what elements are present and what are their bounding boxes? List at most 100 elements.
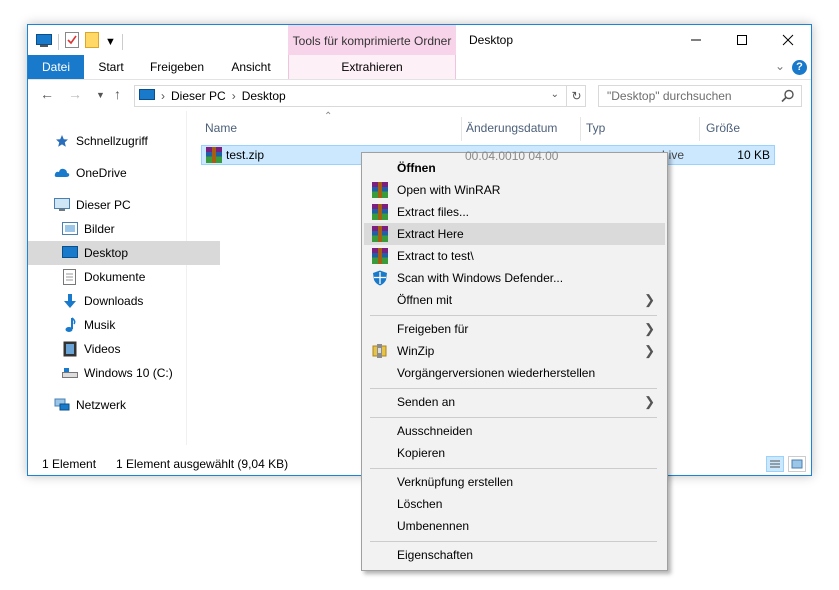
quick-access-toolbar: ▼	[36, 32, 123, 51]
menu-separator	[370, 468, 657, 469]
refresh-icon: ↻	[571, 89, 582, 103]
sidebar-item-onedrive[interactable]: OneDrive	[28, 161, 212, 185]
maximize-button[interactable]	[719, 25, 765, 55]
column-header-name[interactable]: Name	[205, 117, 237, 139]
status-item-count: 1 Element	[42, 457, 97, 471]
refresh-button[interactable]: ↻	[566, 85, 586, 107]
ribbon-expand-icon[interactable]: ⌄	[775, 59, 785, 73]
breadcrumb-chevron-icon-2[interactable]: ›	[232, 89, 236, 103]
menu-item-extract-here[interactable]: Extract Here	[364, 223, 665, 245]
file-name: test.zip	[226, 148, 265, 162]
tab-start[interactable]: Start	[90, 55, 132, 79]
menu-item-label: Scan with Windows Defender...	[397, 271, 564, 285]
pc-icon	[139, 88, 155, 104]
menu-separator	[370, 388, 657, 389]
address-dropdown-icon[interactable]: ⌄	[551, 89, 559, 100]
menu-item-extract-files[interactable]: Extract files...	[364, 201, 665, 223]
menu-item-label: Extract Here	[397, 227, 464, 241]
breadcrumb-chevron-icon[interactable]: ›	[161, 89, 165, 103]
music-icon	[62, 317, 78, 333]
up-arrow-icon[interactable]: ↑	[114, 86, 121, 102]
tab-extrahieren[interactable]: Extrahieren	[288, 55, 456, 79]
menu-item-freigeben-fuer[interactable]: Freigeben für ❯	[364, 318, 665, 340]
minimize-button[interactable]	[673, 25, 719, 55]
defender-shield-icon	[372, 270, 388, 286]
menu-item-label: Öffnen mit	[397, 293, 453, 307]
column-separator	[580, 117, 581, 141]
menu-item-label: Extract to test\	[397, 249, 474, 263]
winrar-icon	[372, 248, 388, 264]
menu-item-extract-to-test[interactable]: Extract to test\	[364, 245, 665, 267]
menu-item-umbenennen[interactable]: Umbenennen	[364, 515, 665, 537]
details-view-button[interactable]	[766, 456, 784, 472]
address-bar[interactable]: › Dieser PC › Desktop ⌄	[134, 85, 586, 107]
context-tab-header: Tools für komprimierte Ordner	[288, 25, 456, 57]
help-icon[interactable]: ?	[792, 60, 807, 75]
sidebar-item-label: OneDrive	[76, 166, 127, 180]
winrar-icon	[372, 226, 388, 242]
qat-separator	[58, 33, 59, 50]
tab-datei[interactable]: Datei	[28, 55, 84, 79]
menu-item-loeschen[interactable]: Löschen	[364, 493, 665, 515]
documents-icon	[62, 269, 78, 285]
menu-item-scan-defender[interactable]: Scan with Windows Defender...	[364, 267, 665, 289]
menu-item-oeffnen-mit[interactable]: Öffnen mit ❯	[364, 289, 665, 311]
menu-item-label: Eigenschaften	[397, 548, 474, 562]
sidebar-item-label: Videos	[84, 342, 121, 356]
search-input[interactable]: "Desktop" durchsuchen	[598, 85, 802, 107]
menu-item-label: WinZip	[397, 344, 435, 358]
menu-item-eigenschaften[interactable]: Eigenschaften	[364, 544, 665, 566]
column-header-size[interactable]: Größe	[706, 117, 740, 139]
status-selection: 1 Element ausgewählt (9,04 KB)	[116, 457, 289, 471]
forward-arrow-icon[interactable]: →	[68, 86, 82, 102]
ribbon-tabs: Datei Start Freigeben Ansicht Extrahiere…	[28, 55, 811, 80]
menu-separator	[370, 541, 657, 542]
column-separator	[699, 117, 700, 141]
menu-item-verknuepfung[interactable]: Verknüpfung erstellen	[364, 471, 665, 493]
large-icons-view-button[interactable]	[788, 456, 806, 472]
properties-icon[interactable]	[65, 32, 79, 51]
recent-locations-icon[interactable]: ▼	[96, 90, 105, 100]
menu-item-vorgaengerversionen[interactable]: Vorgängerversionen wiederherstellen	[364, 362, 665, 384]
column-header-date[interactable]: Änderungsdatum	[466, 117, 557, 139]
sidebar-item-label: Downloads	[84, 294, 144, 308]
column-header-type[interactable]: Typ	[586, 117, 605, 139]
menu-item-label: Extract files...	[397, 205, 470, 219]
submenu-arrow-icon: ❯	[644, 321, 655, 336]
pictures-icon	[62, 221, 78, 237]
drive-icon	[62, 365, 78, 381]
menu-item-label: Ausschneiden	[397, 424, 473, 438]
qat-separator-2	[121, 33, 123, 50]
tab-ansicht[interactable]: Ansicht	[224, 55, 278, 79]
menu-item-winzip[interactable]: WinZip ❯	[364, 340, 665, 362]
sidebar-item-label: Dokumente	[84, 270, 146, 284]
videos-icon	[62, 341, 78, 357]
submenu-arrow-icon: ❯	[644, 394, 655, 409]
star-icon	[54, 133, 70, 149]
sidebar-item-netzwerk[interactable]: Netzwerk	[28, 393, 212, 417]
breadcrumb-dieser-pc[interactable]: Dieser PC	[171, 89, 226, 103]
column-separator	[461, 117, 462, 141]
sidebar-item-label: Dieser PC	[76, 198, 131, 212]
sidebar-item-dieser-pc[interactable]: Dieser PC	[28, 193, 212, 217]
qat-dropdown-icon[interactable]: ▼	[105, 36, 116, 48]
back-arrow-icon[interactable]: ←	[40, 86, 54, 102]
new-folder-icon[interactable]	[85, 32, 99, 51]
menu-item-open-with-winrar[interactable]: Open with WinRAR	[364, 179, 665, 201]
menu-item-kopieren[interactable]: Kopieren	[364, 442, 665, 464]
navigation-pane: Schnellzugriff OneDrive Dieser PC Bilder…	[28, 111, 220, 445]
title-bar: ▼ Tools für komprimierte Ordner Desktop	[28, 25, 811, 57]
menu-item-label: Löschen	[397, 497, 443, 511]
vertical-scrollbar[interactable]	[780, 111, 810, 445]
tab-freigeben[interactable]: Freigeben	[144, 55, 210, 79]
menu-item-senden-an[interactable]: Senden an ❯	[364, 391, 665, 413]
menu-item-ausschneiden[interactable]: Ausschneiden	[364, 420, 665, 442]
download-icon	[62, 293, 78, 309]
sidebar-item-label: Musik	[84, 318, 116, 332]
network-icon	[54, 397, 70, 413]
context-menu: Öffnen Open with WinRAR Extract files...…	[361, 152, 668, 571]
breadcrumb-desktop[interactable]: Desktop	[242, 89, 286, 103]
close-button[interactable]	[765, 25, 811, 55]
menu-item-label: Vorgängerversionen wiederherstellen	[397, 366, 596, 380]
sidebar-item-schnellzugriff[interactable]: Schnellzugriff	[28, 129, 212, 153]
